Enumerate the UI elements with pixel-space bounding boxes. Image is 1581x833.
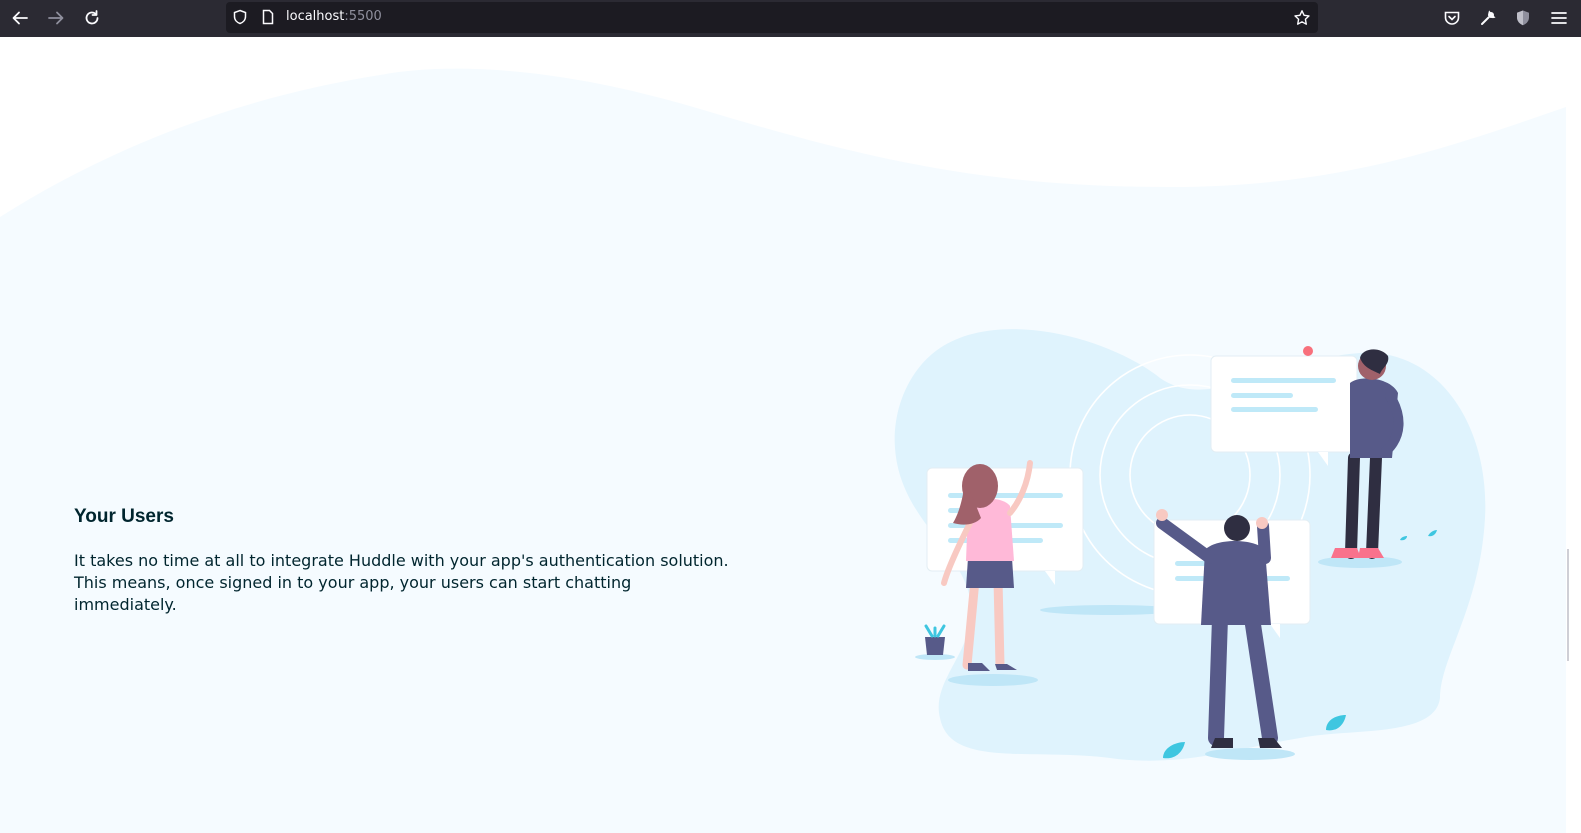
url-bar[interactable]: [226, 2, 1318, 33]
section-description: It takes no time at all to integrate Hud…: [74, 551, 729, 614]
wrench-icon[interactable]: [1479, 9, 1497, 27]
back-arrow-icon[interactable]: [8, 7, 32, 29]
url-port: :5500: [344, 9, 382, 24]
speech-card-top-right: [1210, 355, 1358, 466]
url-host: localhost: [286, 9, 345, 24]
section-title: Your Users: [74, 506, 174, 527]
browser-toolbar: localhost:5500: [0, 0, 1581, 37]
shield-icon[interactable]: [232, 9, 248, 25]
star-icon[interactable]: [1293, 9, 1311, 27]
url-text[interactable]: localhost:5500: [286, 9, 382, 24]
reload-icon[interactable]: [80, 7, 104, 29]
page-icon: [260, 9, 276, 25]
menu-icon[interactable]: [1550, 9, 1568, 27]
page-viewport: Your Users It takes no time at all to in…: [0, 37, 1566, 833]
forward-arrow-icon[interactable]: [44, 7, 68, 29]
extension-shield-icon[interactable]: [1514, 9, 1532, 27]
scrollbar-thumb[interactable]: [1567, 549, 1569, 661]
pocket-icon[interactable]: [1443, 9, 1461, 27]
users-chatting-illustration: [894, 329, 1486, 761]
scrollbar-track[interactable]: [1566, 37, 1581, 833]
top-wave-decoration: [0, 37, 1566, 217]
plant-pot: [915, 624, 955, 660]
